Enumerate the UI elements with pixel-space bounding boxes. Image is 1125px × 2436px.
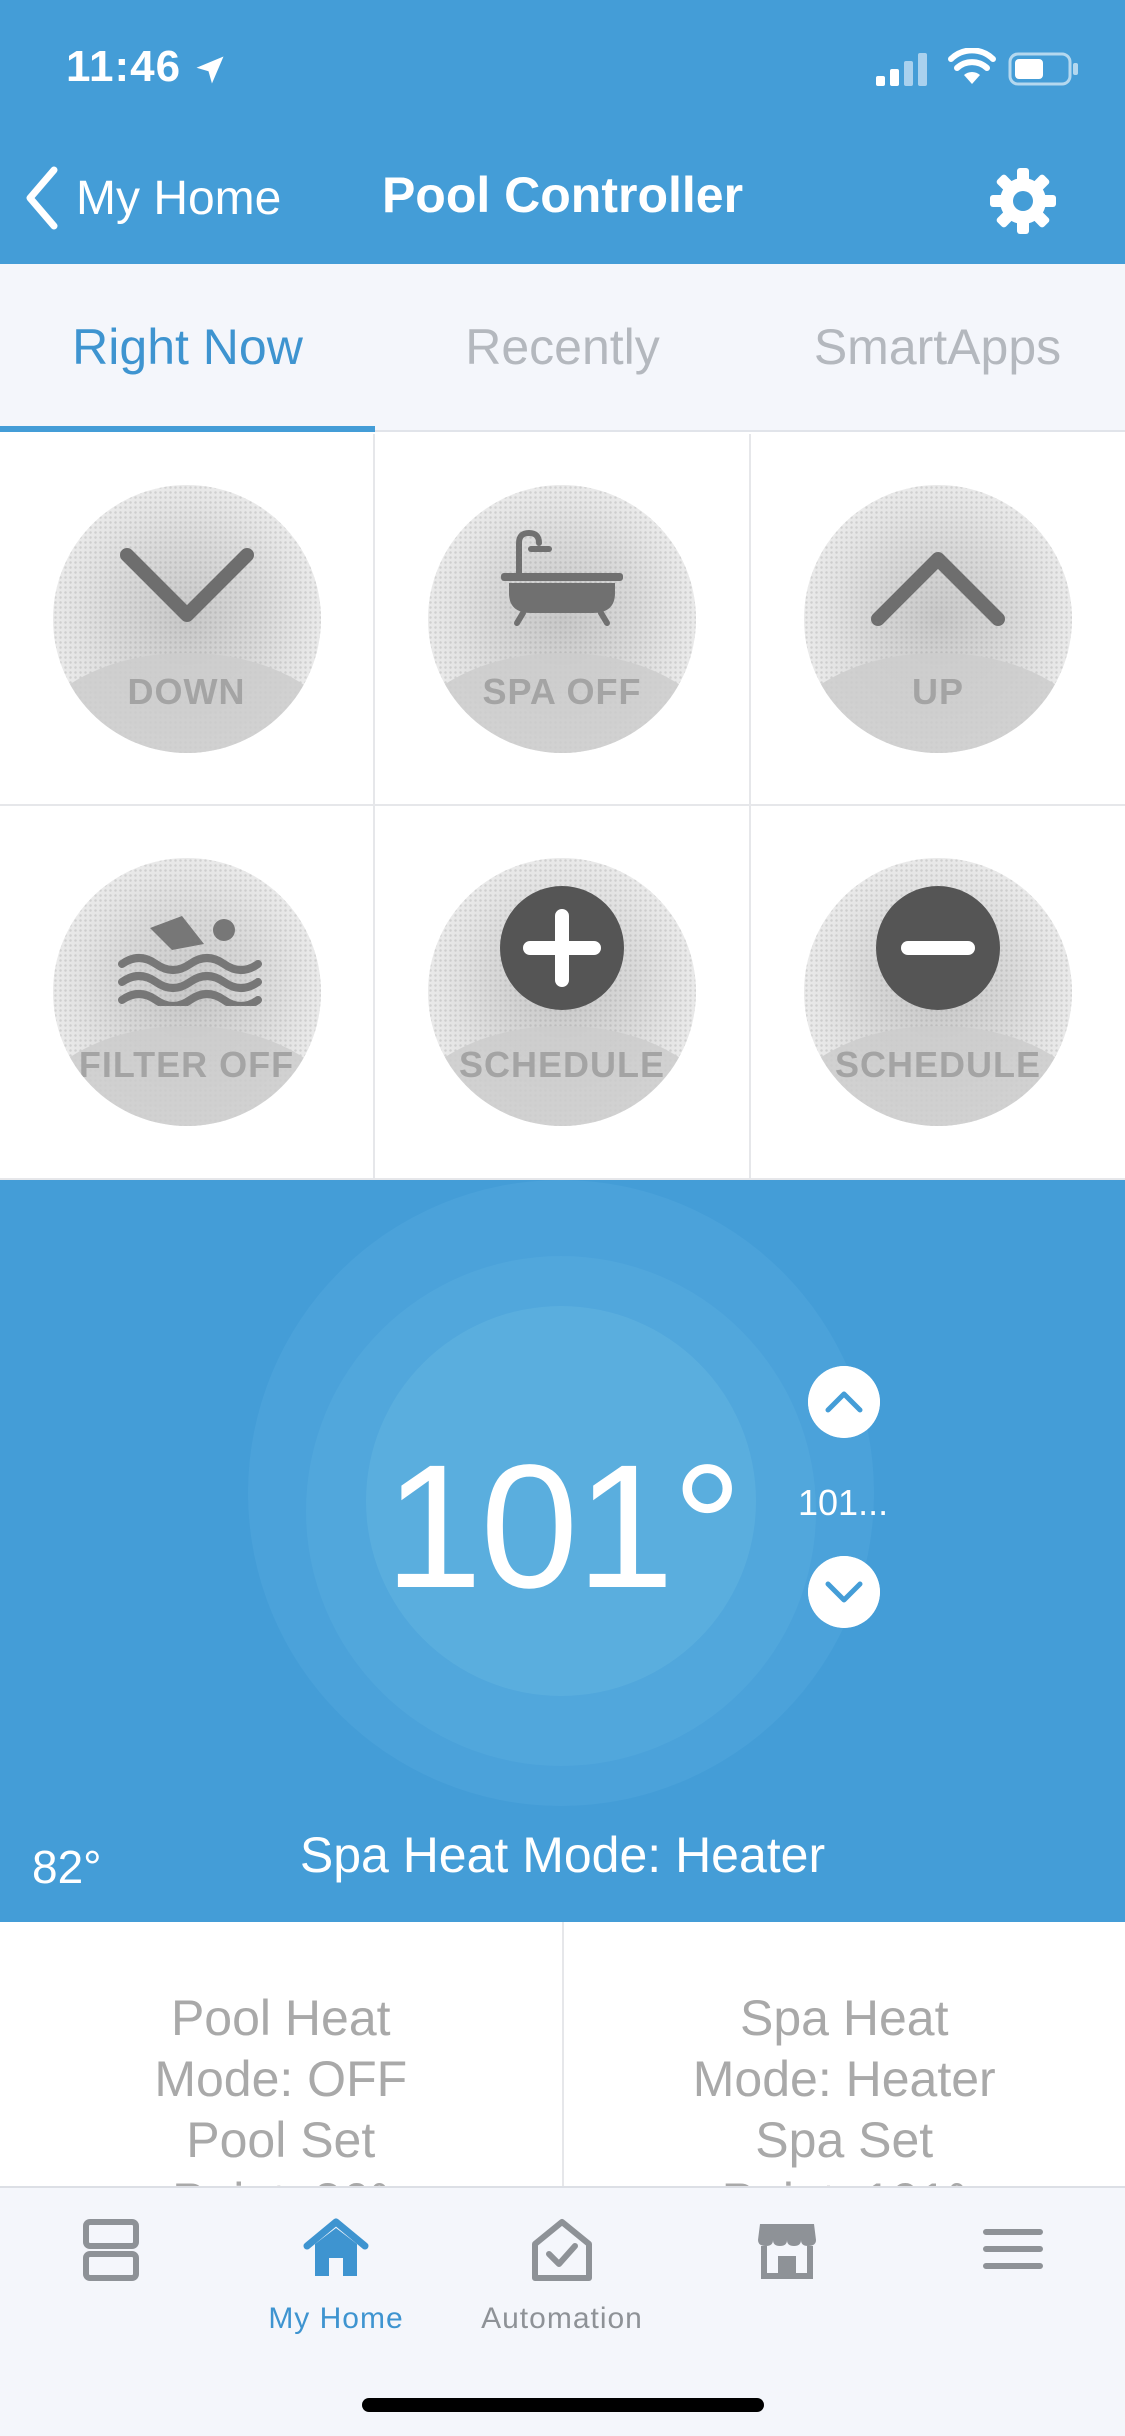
tile-up-circle: UP <box>804 485 1072 753</box>
tile-schedule-remove[interactable]: SCHEDULE <box>751 806 1125 1180</box>
status-time: 11:46 <box>66 42 182 91</box>
heat-mode-status: Spa Heat Mode: Heater <box>299 1827 826 1883</box>
home-icon <box>303 2218 369 2276</box>
battery-icon <box>1008 52 1078 86</box>
gear-icon[interactable] <box>988 166 1058 236</box>
tabbar-automation[interactable]: Automation <box>470 2214 654 2374</box>
info-cards: Pool Heat Mode: OFF Pool Set Point: 86° … <box>0 1922 1125 2186</box>
marketplace-icon <box>758 2224 816 2279</box>
card-line: Mode: Heater <box>692 2051 996 2107</box>
setpoint-up-button[interactable] <box>808 1366 880 1438</box>
tabbar-menu[interactable] <box>978 2214 1048 2374</box>
tab-recently[interactable]: Recently <box>375 264 750 430</box>
card-line: Mode: OFF <box>154 2051 408 2107</box>
tile-label: UP <box>911 671 964 712</box>
tile-down[interactable]: DOWN <box>0 434 375 806</box>
tile-schedule-remove-circle: SCHEDULE <box>804 858 1072 1126</box>
plus-circle-icon <box>500 886 624 1010</box>
pool-heat-card[interactable]: Pool Heat Mode: OFF Pool Set Point: 86° <box>0 1922 562 2186</box>
nav-header: 11:46 My Home Pool Controller <box>0 0 1125 264</box>
page-title: Pool Controller <box>381 167 744 223</box>
segment-tabs: Right Now Recently SmartApps <box>0 264 1125 432</box>
tile-spa-circle: SPA OFF <box>428 485 696 753</box>
tile-filter[interactable]: FILTER OFF <box>0 806 375 1180</box>
tile-label: SCHEDULE <box>458 1044 666 1085</box>
automation-icon <box>532 2219 592 2281</box>
menu-icon <box>983 2229 1043 2269</box>
thermostat-panel: 101° 101... 82° Spa Heat Mode: Heater <box>0 1180 1125 1922</box>
tab-right-now[interactable]: Right Now <box>0 264 375 432</box>
spa-heat-card[interactable]: Spa Heat Mode: Heater Spa Set Point: 101… <box>561 1922 1125 2186</box>
card-line: Spa Heat <box>740 1990 949 2046</box>
chevron-up-icon <box>871 552 1005 626</box>
minus-circle-icon <box>876 886 1000 1010</box>
chevron-down-icon <box>119 548 254 622</box>
dashboard-icon <box>83 2219 139 2281</box>
tabbar-my-home[interactable]: My Home <box>256 2214 416 2374</box>
tabbar-label: Automation <box>481 2302 643 2335</box>
temperature-value: 101° <box>384 1429 742 1625</box>
tile-label: SCHEDULE <box>834 1044 1042 1085</box>
tile-schedule-add-circle: SCHEDULE <box>428 858 696 1126</box>
swimmer-icon <box>117 916 262 1006</box>
tile-label: DOWN <box>127 671 246 712</box>
tab-smartapps[interactable]: SmartApps <box>750 264 1125 430</box>
tabbar-marketplace[interactable] <box>752 2214 822 2374</box>
tile-label: FILTER OFF <box>78 1044 295 1085</box>
setpoint-down-button[interactable] <box>808 1556 880 1628</box>
card-line: Point: 101° <box>564 2171 1125 2186</box>
tile-label: SPA OFF <box>482 671 642 712</box>
bathtub-icon <box>501 529 623 626</box>
card-line: Point: 86° <box>0 2171 562 2186</box>
location-arrow-icon <box>196 56 224 84</box>
card-line: Pool Heat <box>170 1990 391 2046</box>
tabbar-label: My Home <box>268 2302 404 2335</box>
setpoint-value: 101... <box>798 1482 889 1523</box>
control-tile-grid: DOWN SPA OFF UP FILTER OFF SCHEDULE SCHE… <box>0 434 1125 1180</box>
home-indicator <box>362 2398 764 2412</box>
tile-spa[interactable]: SPA OFF <box>375 434 751 806</box>
tile-schedule-add[interactable]: SCHEDULE <box>375 806 751 1180</box>
tabbar-dashboard[interactable] <box>76 2214 146 2374</box>
tile-up[interactable]: UP <box>751 434 1125 806</box>
wifi-icon <box>948 48 996 84</box>
card-line: Spa Set <box>755 2112 934 2168</box>
cellular-signal-icon <box>876 53 927 86</box>
tile-filter-circle: FILTER OFF <box>52 858 321 1126</box>
tile-down-circle: DOWN <box>52 485 321 753</box>
card-line: Pool Set <box>186 2112 376 2168</box>
